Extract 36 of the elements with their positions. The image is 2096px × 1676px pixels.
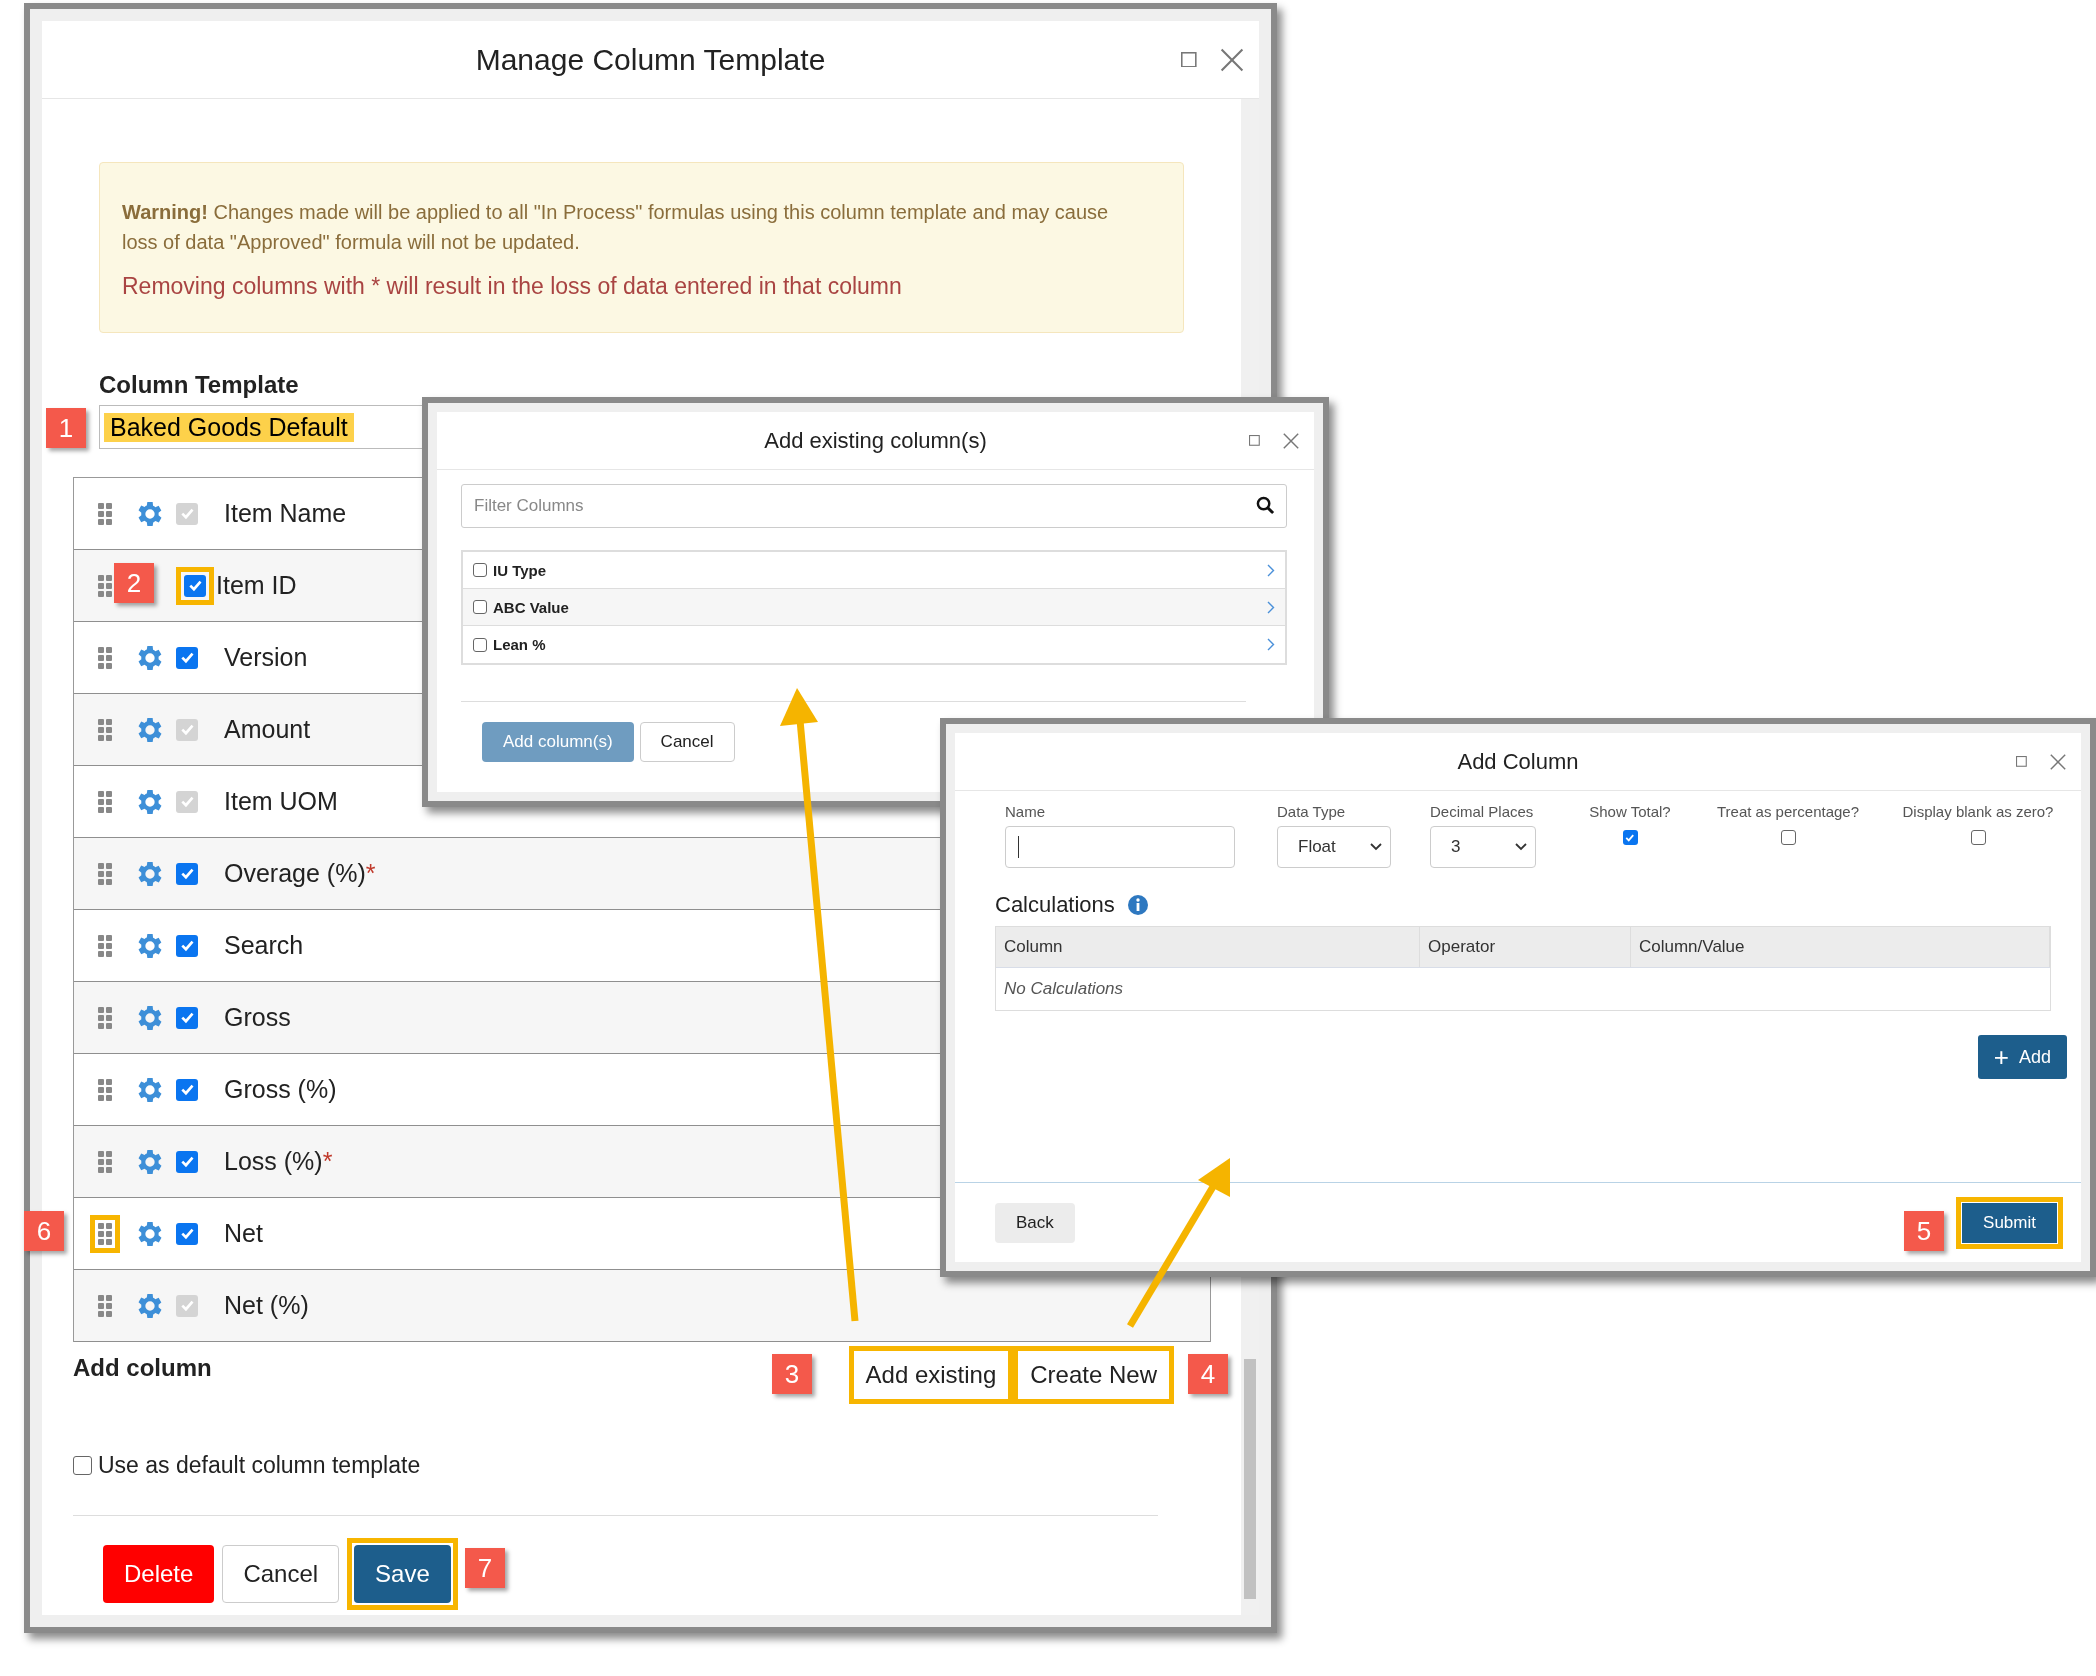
- option-label: Show Total?: [1589, 803, 1671, 820]
- step-badge: 5: [1904, 1211, 1944, 1251]
- step-badge: 2: [114, 563, 154, 603]
- column-name: Amount: [224, 715, 311, 744]
- step-badge: 1: [46, 408, 86, 448]
- column-name: Item ID: [216, 571, 297, 600]
- column-header: Operator: [1420, 927, 1631, 967]
- column-name: Item UOM: [224, 787, 338, 816]
- field-label: Name: [1005, 803, 1045, 820]
- column-name: Search: [224, 931, 304, 960]
- section-label: Add column: [73, 1354, 212, 1382]
- column-name: Overage (%)*: [224, 859, 376, 888]
- column-name: Net (%): [224, 1291, 309, 1320]
- column-header: Column/Value: [1631, 927, 2050, 967]
- column-name: Item Name: [224, 499, 347, 528]
- window-title: Manage Column Template: [475, 42, 826, 77]
- field-label: Data Type: [1277, 803, 1346, 820]
- step-badge: 7: [465, 1548, 505, 1588]
- dialog-title: Add Column: [1457, 748, 1579, 775]
- column-name: Version: [224, 643, 308, 672]
- column-name: Loss (%)*: [224, 1147, 333, 1176]
- option-label: Treat as percentage?: [1717, 803, 1859, 820]
- step-badge: 3: [772, 1354, 812, 1394]
- field-label: Column Template: [99, 371, 300, 399]
- column-header: Column: [996, 927, 1420, 967]
- warning-note: Removing columns with * will result in the loss of data entered in that column: [122, 273, 903, 300]
- step-badge: 4: [1188, 1354, 1228, 1394]
- field-label: Decimal Places: [1430, 803, 1534, 820]
- column-name: Gross (%): [224, 1075, 337, 1104]
- dialog-title: Add existing column(s): [764, 427, 987, 454]
- warning-text: Warning! Changes made will be applied to all "In Process" formulas using this column template and may cause loss of data "Approved" formula will not be updated.: [122, 200, 1110, 255]
- option-label: Display blank as zero?: [1902, 803, 2054, 820]
- step-badge: 6: [24, 1211, 64, 1251]
- column-name: Gross: [224, 1003, 291, 1032]
- column-name: Net: [224, 1219, 263, 1248]
- checkbox-label: Use as default column template: [98, 1452, 421, 1479]
